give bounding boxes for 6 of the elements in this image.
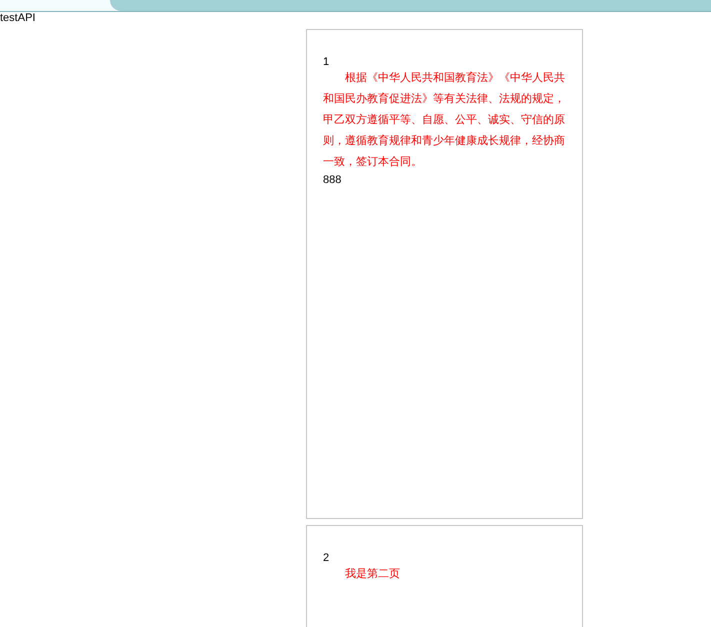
page-title: testAPI [0, 12, 36, 26]
paragraph: 根据《中华人民共和国教育法》《中华人民共和国民办教育促进法》等有关法律、法规的规定，甲乙双方遵循平等、自愿、公平、诚实、守信的原则，遵循教育规律和青少年健康成长规律，经协商一致，签订本合同。 [323, 70, 566, 170]
page-number: 2 [323, 551, 330, 565]
page-text: 888 [323, 173, 342, 187]
paragraph: 我是第二页 [344, 567, 401, 582]
page-number: 1 [323, 55, 330, 69]
